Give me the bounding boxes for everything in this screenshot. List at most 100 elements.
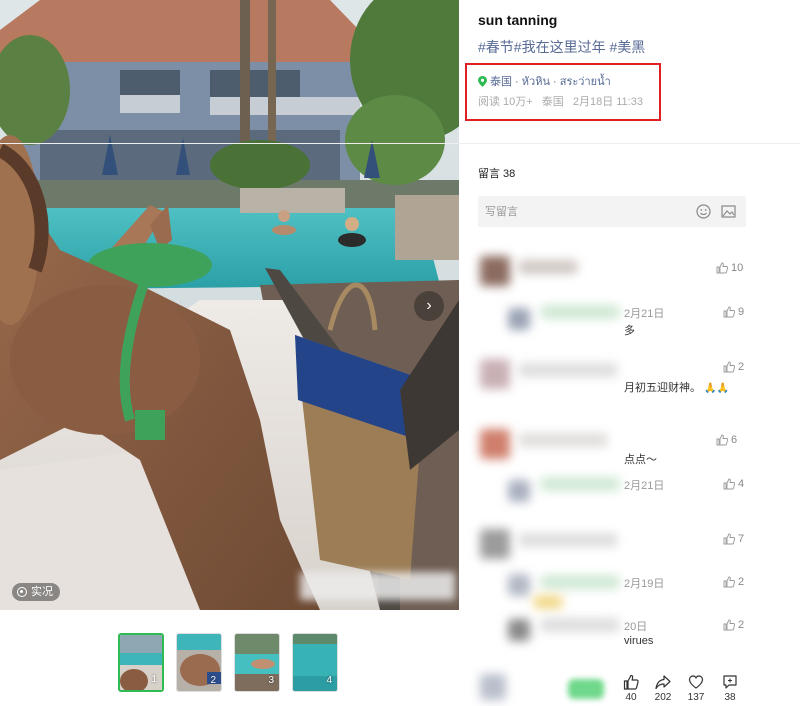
share-action[interactable]: 202	[648, 668, 678, 703]
blurred-name	[540, 618, 620, 632]
comment-text: 月初五迎财神。 🙏🙏	[624, 379, 729, 395]
blurred-watermark	[300, 572, 455, 600]
thumbnail-2[interactable]: 2	[176, 633, 222, 692]
comment-input-box[interactable]	[478, 196, 746, 227]
comment-action[interactable]: 38	[715, 668, 745, 703]
comment-date: 2月19日	[624, 578, 665, 590]
like-count: 2	[738, 619, 745, 631]
post-datetime: 2月18日 11:33	[572, 96, 643, 108]
live-photo-badge[interactable]: 实况	[12, 583, 60, 601]
like-count: 2	[738, 576, 745, 588]
thumbnail-1[interactable]: 1	[118, 633, 164, 692]
comment-like-button[interactable]: 2	[723, 361, 744, 373]
read-count: 阅读 10万+	[478, 96, 533, 108]
avatar	[508, 308, 530, 330]
live-photo-icon	[17, 587, 27, 597]
like-count: 9	[738, 306, 745, 318]
comment-input[interactable]	[478, 196, 685, 227]
blurred-name	[540, 305, 620, 319]
divider	[0, 143, 800, 144]
pool-selfie-photo	[0, 0, 459, 610]
thumbs-up-icon	[716, 262, 728, 274]
comment-date: 20日	[624, 621, 648, 633]
like-count: 7	[738, 533, 745, 545]
blurred-name	[540, 575, 620, 589]
avatar	[480, 429, 510, 459]
comment-text-body: 月初五迎财神。	[624, 382, 701, 394]
thumbs-up-icon	[723, 361, 735, 373]
blurred-emoji	[533, 595, 563, 609]
post-panel: sun tanning #春节#我在这里过年 #美黑 泰国 · หัวหิน ·…	[0, 0, 800, 706]
action-bar: 40 202 137 38	[478, 668, 800, 706]
location-line[interactable]: 泰国 · หัวหิน · สระว่ายน้ำ	[478, 72, 611, 90]
comment-add-icon	[723, 675, 737, 689]
like-count: 4	[738, 478, 745, 490]
thumbnail-number: 1	[151, 674, 157, 685]
thumbs-up-icon	[723, 619, 735, 631]
avatar	[480, 674, 506, 700]
comment-like-button[interactable]: 6	[716, 434, 737, 446]
comment-text: virues	[624, 635, 654, 647]
post-country: 泰国	[541, 96, 564, 108]
avatar	[480, 256, 510, 286]
heart-icon	[688, 675, 704, 689]
comment-like-button[interactable]: 2	[723, 576, 744, 588]
thumbs-up-icon	[723, 478, 735, 490]
favorite-action[interactable]: 137	[681, 668, 711, 703]
post-tags[interactable]: #春节#我在这里过年 #美黑	[478, 37, 645, 57]
like-action[interactable]: 40	[616, 668, 646, 703]
blurred-name	[540, 477, 620, 491]
blurred-name	[518, 433, 608, 447]
share-count: 202	[654, 692, 672, 703]
comment-like-button[interactable]: 4	[723, 478, 744, 490]
comment-date: 2月21日	[624, 308, 665, 320]
comment-text: 多	[624, 325, 635, 337]
blurred-name	[518, 363, 618, 377]
pray-emoji-icon: 🙏🙏	[704, 383, 729, 394]
share-icon	[655, 675, 671, 690]
blurred-name	[518, 260, 578, 274]
thumbnail-number: 3	[268, 675, 274, 686]
post-title: sun tanning	[478, 12, 558, 28]
thumbs-up-icon	[623, 674, 639, 690]
comment-like-button[interactable]: 9	[723, 306, 744, 318]
thumbnail-image	[120, 635, 162, 690]
post-meta: 阅读 10万+ 泰国 2月18日 11:33	[478, 93, 649, 109]
blurred-name	[518, 533, 618, 547]
chevron-right-icon: ›	[426, 297, 432, 314]
like-count: 2	[738, 361, 745, 373]
avatar	[508, 480, 530, 502]
blurred-follow-button	[568, 679, 604, 699]
comment-like-button[interactable]: 10	[716, 262, 743, 274]
thumbnail-number: 2	[210, 675, 216, 686]
comment-date: 2月21日	[624, 480, 665, 492]
avatar	[508, 574, 530, 596]
comment-like-button[interactable]: 7	[723, 533, 744, 545]
like-count: 6	[731, 434, 738, 446]
favorite-count: 137	[687, 692, 705, 703]
avatar	[480, 359, 510, 389]
emoji-icon[interactable]	[696, 204, 711, 219]
avatar	[480, 529, 510, 559]
image-upload-icon[interactable]	[721, 204, 736, 219]
comment-count: 38	[724, 692, 736, 703]
thumbnail-4[interactable]: 4	[292, 633, 338, 692]
thumbs-up-icon	[716, 434, 728, 446]
comment-like-button[interactable]: 2	[723, 619, 744, 631]
thumbnail-number: 4	[326, 675, 332, 686]
thumbs-up-icon	[723, 576, 735, 588]
thumbs-up-icon	[723, 306, 735, 318]
next-image-button[interactable]: ›	[414, 291, 444, 321]
comments-header: 留言 38	[478, 168, 516, 180]
live-photo-label: 实况	[31, 586, 53, 598]
avatar	[508, 619, 530, 641]
comment-text: 点点～	[624, 454, 657, 466]
thumbs-up-icon	[723, 533, 735, 545]
photo-viewer[interactable]: 实况 ›	[0, 0, 459, 610]
like-count: 40	[625, 692, 637, 703]
location-text: 泰国 · หัวหิน · สระว่ายน้ำ	[490, 76, 611, 88]
thumbnail-3[interactable]: 3	[234, 633, 280, 692]
location-pin-icon	[478, 75, 487, 87]
thumbnail-strip: 1 2 3 4	[118, 633, 338, 692]
like-count: 10	[731, 262, 744, 274]
